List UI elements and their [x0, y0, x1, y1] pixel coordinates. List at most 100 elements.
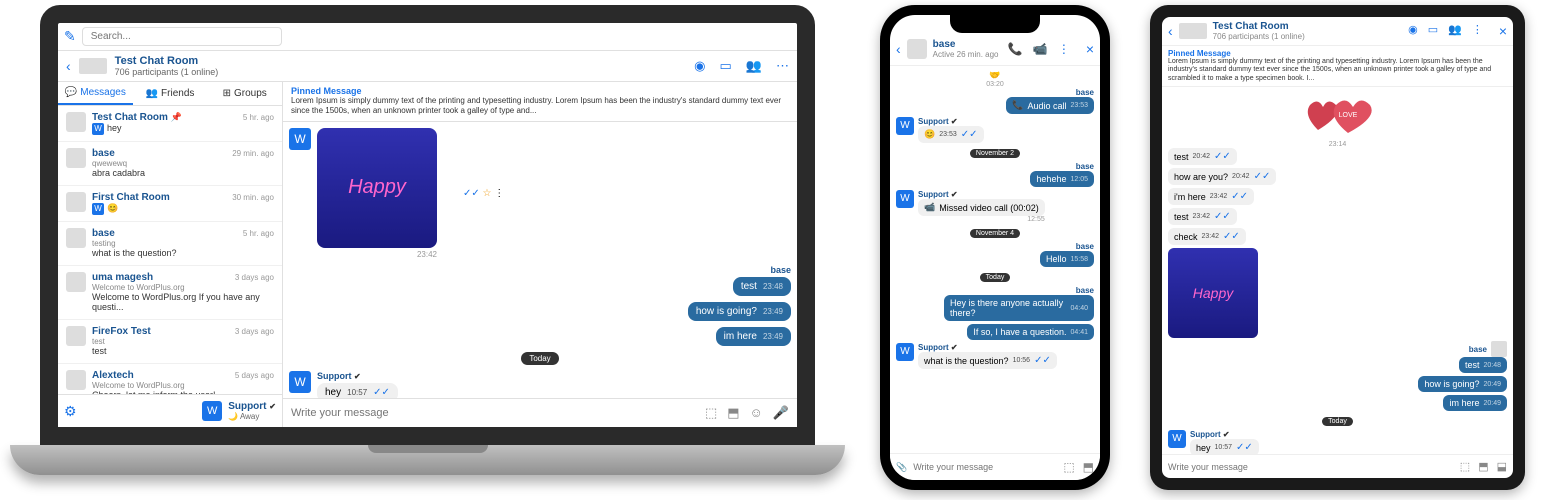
- verified-icon: ✔: [354, 372, 361, 381]
- room-title[interactable]: Test Chat Room: [115, 55, 219, 67]
- pinned-message[interactable]: Pinned Message Lorem Ipsum is simply dum…: [1162, 46, 1513, 87]
- conversation-list: Test Chat Room 📌5 hr. agoWhey base29 min…: [58, 106, 282, 394]
- record-icon[interactable]: ◉: [1408, 23, 1418, 39]
- room-title[interactable]: Test Chat Room: [1213, 21, 1305, 32]
- message-bubble[interactable]: hey 10:57 ✓✓: [1190, 439, 1259, 454]
- star-icon[interactable]: ☆: [483, 188, 492, 199]
- conversation-item[interactable]: First Chat Room30 min. agoW😊: [58, 186, 282, 222]
- message-input[interactable]: [291, 407, 697, 419]
- conversation-item[interactable]: Test Chat Room 📌5 hr. agoWhey: [58, 106, 282, 142]
- back-icon[interactable]: ‹: [896, 41, 901, 57]
- message-input[interactable]: [913, 462, 1057, 472]
- tab-messages[interactable]: 💬Messages: [58, 82, 133, 105]
- avatar: W: [896, 190, 914, 208]
- sender-name: base: [289, 265, 791, 275]
- message-bubble[interactable]: check 23:42 ✓✓: [1168, 228, 1246, 245]
- people-icon[interactable]: 👥: [746, 58, 762, 74]
- more-icon[interactable]: ⋮: [1472, 23, 1483, 39]
- message-bubble[interactable]: test23:48: [733, 277, 791, 296]
- message-bubble[interactable]: 😊 23:53 ✓✓: [918, 126, 984, 143]
- audio-call-bubble[interactable]: 📞 Audio call 23:53: [1006, 97, 1094, 114]
- image-message[interactable]: Happy: [317, 128, 437, 248]
- message-bubble[interactable]: If so, I have a question. 04:41: [967, 324, 1094, 340]
- call-icon[interactable]: 📞: [1008, 42, 1023, 56]
- pinned-title: Pinned Message: [1168, 49, 1507, 58]
- read-icon: ✓✓: [463, 188, 480, 199]
- conversation-item[interactable]: base5 hr. agotestingwhat is the question…: [58, 222, 282, 266]
- conversation-item[interactable]: FireFox Test3 days agotesttest: [58, 320, 282, 364]
- pinned-text: Lorem Ipsum is simply dummy text of the …: [291, 96, 789, 117]
- people-icon[interactable]: 👥: [1448, 23, 1462, 39]
- verified-icon: ✔: [269, 402, 276, 411]
- emoji-icon[interactable]: ☺: [750, 405, 763, 421]
- message-bubble[interactable]: test 23:42 ✓✓: [1168, 208, 1237, 225]
- tab-friends[interactable]: 👥Friends: [133, 82, 208, 105]
- back-icon[interactable]: ‹: [66, 58, 71, 74]
- missed-call-bubble[interactable]: 📹 Missed video call (00:02): [918, 199, 1045, 216]
- message-bubble[interactable]: Hello 15:58: [1040, 251, 1094, 267]
- avatar: [1491, 341, 1507, 357]
- back-icon[interactable]: ‹: [1168, 23, 1173, 39]
- gif-icon[interactable]: ⬚: [705, 405, 717, 421]
- video-icon[interactable]: 📹: [1033, 42, 1048, 56]
- message-time: 23:14: [1168, 141, 1507, 148]
- message-bubble[interactable]: what is the question? 10:56 ✓✓: [918, 352, 1057, 369]
- gif-icon[interactable]: ⬚: [1063, 460, 1074, 474]
- image-message[interactable]: Happy: [1168, 248, 1258, 338]
- message-bubble[interactable]: hehehe 12:05: [1030, 171, 1094, 187]
- settings-icon[interactable]: ⚙: [64, 403, 77, 420]
- sender-name: base: [1469, 345, 1487, 354]
- message-more-icon[interactable]: ⋮: [494, 188, 504, 199]
- attachment-icon[interactable]: ⬓: [1497, 460, 1507, 473]
- sidebar: 💬Messages 👥Friends ⊞Groups Test Chat Roo…: [58, 82, 283, 427]
- tab-groups[interactable]: ⊞Groups: [207, 82, 282, 105]
- message-bubble[interactable]: how is going? 20:49: [1418, 376, 1507, 392]
- pinned-title: Pinned Message: [291, 86, 789, 96]
- close-icon[interactable]: ×: [1499, 23, 1507, 39]
- mic-icon[interactable]: 🎤: [773, 405, 789, 421]
- message-bubble[interactable]: i'm here 23:42 ✓✓: [1168, 188, 1254, 205]
- chat-header: ‹ Test Chat Room 706 participants (1 onl…: [58, 51, 797, 82]
- user-avatar[interactable]: W: [202, 401, 222, 421]
- message-bubble[interactable]: im here23:49: [716, 327, 791, 346]
- pinned-text: Lorem Ipsum is simply dummy text of the …: [1168, 58, 1507, 83]
- phone-chat[interactable]: 🤝 03:20 base 📞 Audio call 23:53 WSupport…: [890, 66, 1100, 461]
- message-bubble[interactable]: test 20:48: [1459, 357, 1507, 373]
- attachment-icon[interactable]: 📎: [896, 462, 907, 473]
- sticker-icon[interactable]: ⬒: [1083, 460, 1094, 474]
- search-input[interactable]: [82, 27, 282, 46]
- pin-icon: 📌: [171, 112, 182, 122]
- chat-icon[interactable]: ▭: [720, 58, 732, 74]
- attachment-icon[interactable]: ⬒: [727, 405, 739, 421]
- message-bubble[interactable]: hey10:57 ✓✓: [317, 383, 398, 398]
- room-avatar: [79, 58, 107, 74]
- compose-icon[interactable]: ✎: [64, 28, 76, 45]
- date-separator: Today: [1322, 417, 1353, 426]
- message-bubble[interactable]: how are you? 20:42 ✓✓: [1168, 168, 1276, 185]
- laptop-device: ✎ ‹ Test Chat Room 706 participants (1 o…: [10, 5, 845, 495]
- record-icon[interactable]: ◉: [694, 58, 705, 74]
- conversation-item[interactable]: Alextech5 days agoWelcome to WordPlus.or…: [58, 364, 282, 394]
- conversation-item[interactable]: base29 min. agoqwewewqabra cadabra: [58, 142, 282, 186]
- sticker-icon[interactable]: ⬒: [1478, 460, 1488, 473]
- message-input[interactable]: [1168, 462, 1454, 472]
- tablet-composer: ⬚ ⬒ ⬓: [1162, 454, 1513, 478]
- message-bubble[interactable]: im here 20:49: [1443, 395, 1507, 411]
- tablet-chat[interactable]: LOVE 23:14 test 20:42 ✓✓ how are you? 20…: [1162, 87, 1513, 454]
- chat-scroll[interactable]: W Happy 23:42 ✓✓ ☆ ⋮ base test23:48 how …: [283, 122, 797, 398]
- date-separator: November 4: [970, 229, 1020, 238]
- message-bubble[interactable]: Hey is there anyone actually there? 04:4…: [944, 295, 1094, 321]
- more-icon[interactable]: ⋮: [1058, 42, 1070, 56]
- gif-icon[interactable]: ⬚: [1460, 460, 1470, 473]
- message-bubble[interactable]: test 20:42 ✓✓: [1168, 148, 1237, 165]
- chat-icon[interactable]: ▭: [1428, 23, 1438, 39]
- sticker-message[interactable]: LOVE: [1168, 95, 1507, 137]
- more-icon[interactable]: ⋯: [776, 58, 789, 74]
- close-icon[interactable]: ×: [1086, 41, 1094, 57]
- pinned-message[interactable]: Pinned Message Lorem Ipsum is simply dum…: [283, 82, 797, 122]
- message-bubble[interactable]: how is going?23:49: [688, 302, 791, 321]
- tablet-header: ‹ Test Chat Room 706 participants (1 onl…: [1162, 17, 1513, 46]
- conversation-item[interactable]: uma magesh3 days agoWelcome to WordPlus.…: [58, 266, 282, 321]
- contact-name[interactable]: base: [933, 39, 999, 50]
- message-time: 23:42: [317, 250, 437, 259]
